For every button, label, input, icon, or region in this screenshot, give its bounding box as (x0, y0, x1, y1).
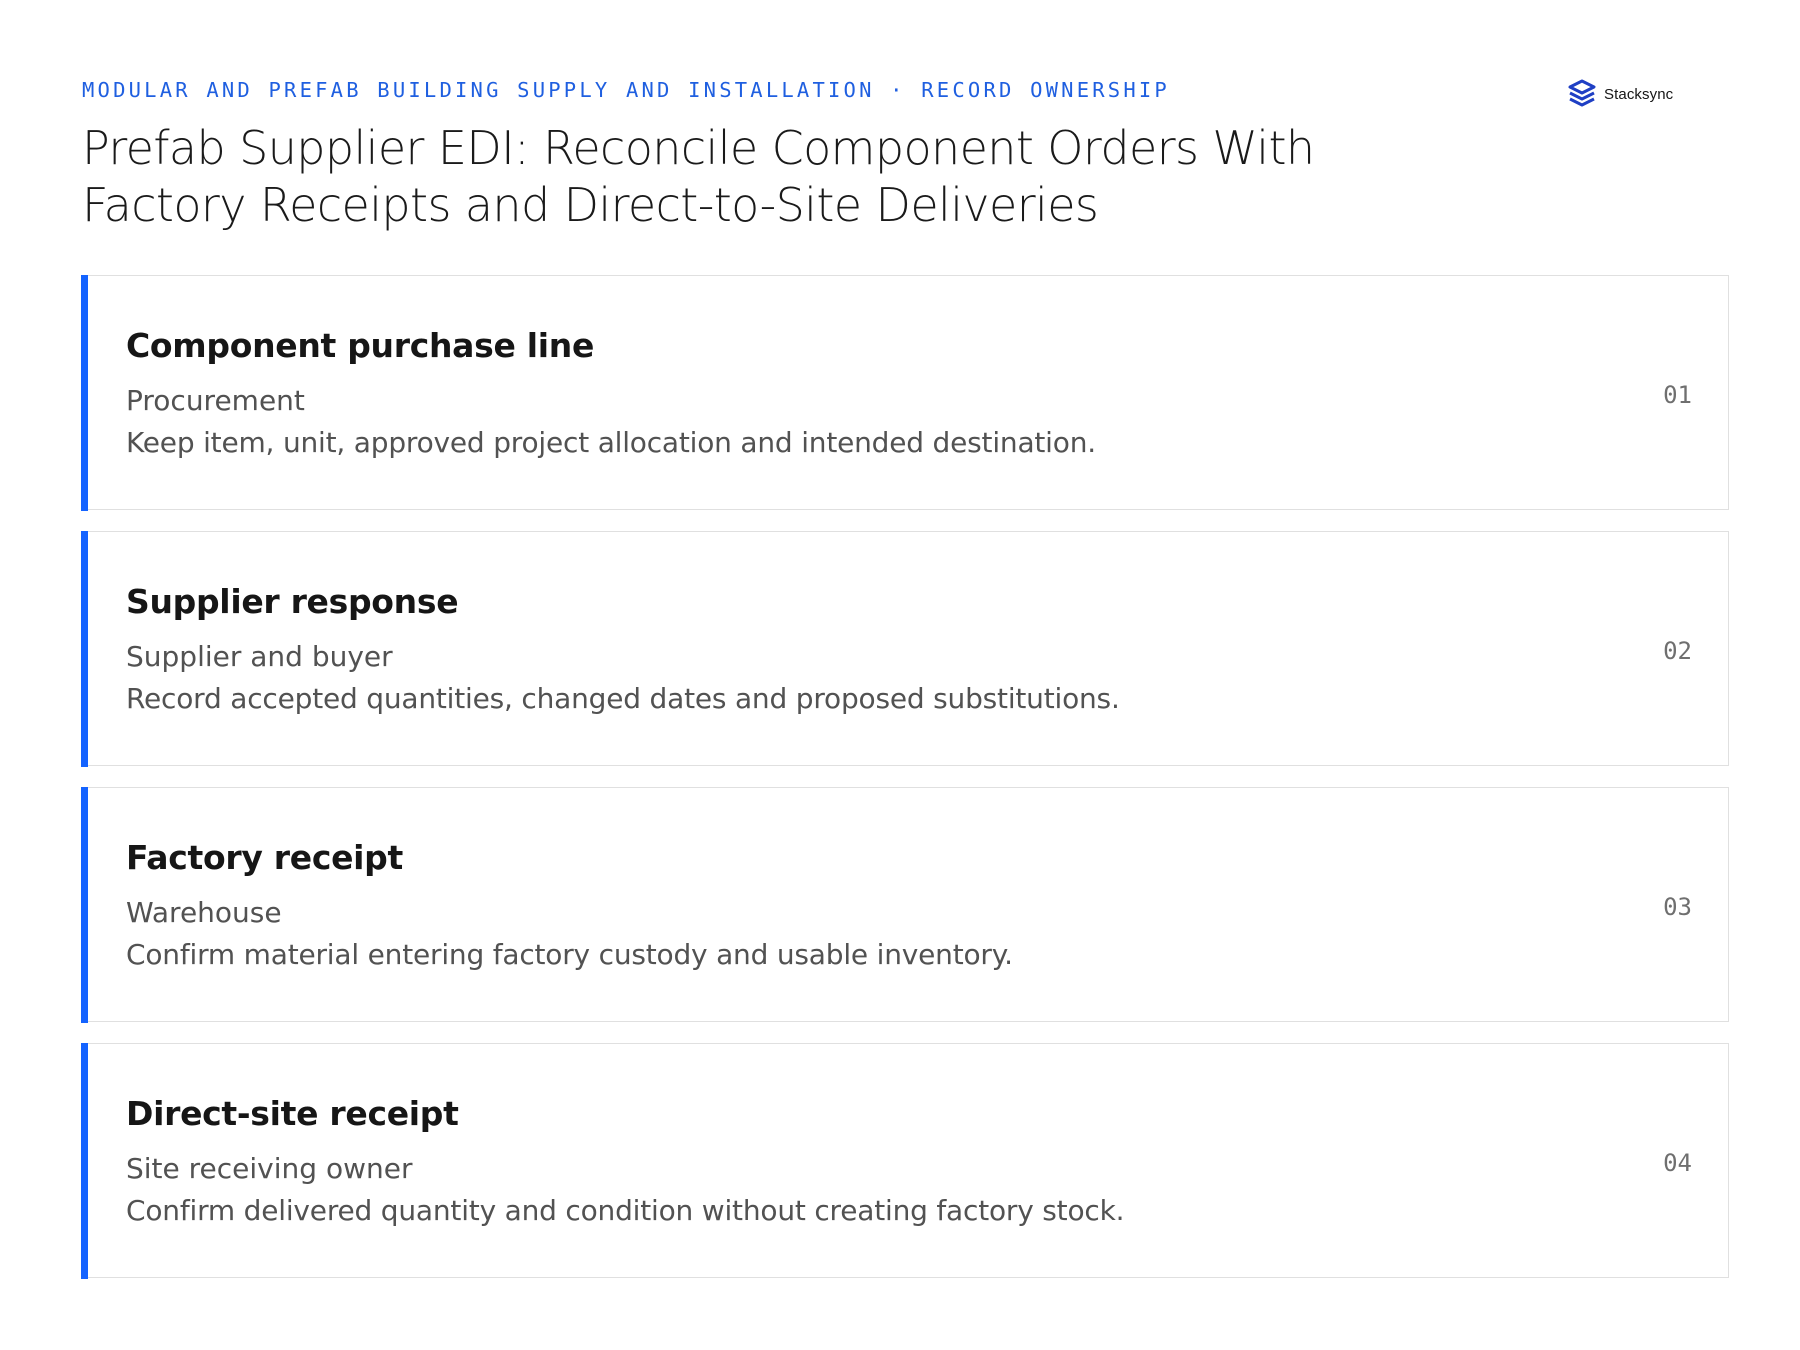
stacksync-logo-icon (1566, 78, 1598, 110)
card-owner: Procurement (126, 384, 305, 417)
brand-logo: Stacksync (1566, 78, 1673, 110)
card-owner: Warehouse (126, 896, 282, 929)
card-owner: Site receiving owner (126, 1152, 413, 1185)
card-title: Component purchase line (126, 326, 595, 365)
record-card-component-purchase-line: Component purchase line Procurement Keep… (81, 274, 1729, 511)
record-ownership-list: Component purchase line Procurement Keep… (81, 274, 1729, 1299)
card-title: Supplier response (126, 582, 459, 621)
card-number: 02 (1663, 637, 1692, 665)
card-number: 03 (1663, 893, 1692, 921)
card-title: Direct-site receipt (126, 1094, 459, 1133)
card-title: Factory receipt (126, 838, 403, 877)
record-card-supplier-response: Supplier response Supplier and buyer Rec… (81, 530, 1729, 767)
record-card-factory-receipt: Factory receipt Warehouse Confirm materi… (81, 786, 1729, 1023)
record-card-direct-site-receipt: Direct-site receipt Site receiving owner… (81, 1042, 1729, 1279)
card-description: Confirm delivered quantity and condition… (126, 1194, 1125, 1227)
page-eyebrow: MODULAR AND PREFAB BUILDING SUPPLY AND I… (82, 78, 1170, 102)
page-title: Prefab Supplier EDI: Reconcile Component… (82, 121, 1315, 232)
card-description: Record accepted quantities, changed date… (126, 682, 1120, 715)
card-description: Confirm material entering factory custod… (126, 938, 1013, 971)
card-number: 01 (1663, 381, 1692, 409)
card-number: 04 (1663, 1149, 1692, 1177)
brand-name: Stacksync (1604, 85, 1674, 103)
card-description: Keep item, unit, approved project alloca… (126, 426, 1096, 459)
card-owner: Supplier and buyer (126, 640, 393, 673)
